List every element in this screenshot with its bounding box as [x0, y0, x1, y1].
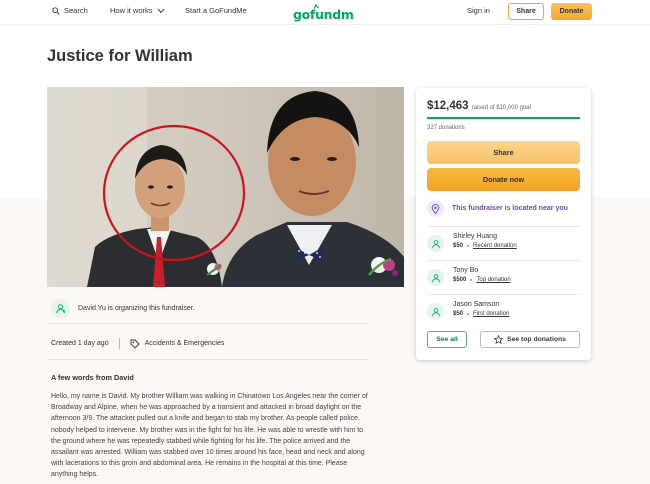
location-pin-icon: [427, 200, 444, 217]
donor-tag-link[interactable]: First donation: [473, 311, 509, 317]
organizer-avatar: [51, 299, 70, 318]
chevron-down-icon: [157, 8, 164, 13]
search-link[interactable]: Search: [52, 6, 88, 15]
donate-button-top[interactable]: Donate: [551, 3, 592, 20]
see-top-donations-label: See top donations: [507, 336, 566, 343]
donor-amount: $500: [453, 277, 467, 283]
divider: [47, 359, 369, 360]
donor-name: Shirley Huang: [453, 233, 497, 240]
progress-bar: [427, 117, 580, 119]
organizer-text: David Yu is organizing this fundraiser.: [78, 305, 195, 312]
donor-tag-link[interactable]: Top donation: [476, 277, 510, 283]
donor-amount: $50: [453, 311, 464, 317]
share-button[interactable]: Share: [427, 141, 580, 164]
divider: [427, 294, 580, 295]
donor-name: Tony Bo: [453, 267, 479, 274]
meta-row: Created 1 day ago Accidents & Emergencie…: [51, 338, 224, 349]
divider: [427, 260, 580, 261]
start-gofundme-link[interactable]: Start a GoFundMe: [185, 6, 247, 15]
gofundme-logo[interactable]: gofundme: [293, 4, 353, 22]
donor-icon: [427, 303, 444, 320]
tag-icon: [130, 339, 140, 349]
logo-mark-icon: gofundme: [293, 4, 353, 22]
user-icon: [56, 304, 65, 314]
star-icon: [494, 335, 504, 344]
organizer-row: David Yu is organizing this fundraiser.: [51, 299, 195, 318]
search-label: Search: [64, 6, 88, 15]
goal-text: raised of $10,000 goal: [471, 105, 531, 111]
created-text: Created 1 day ago: [51, 340, 109, 347]
share-button-top[interactable]: Share: [508, 3, 544, 20]
logo-text: gofundme: [293, 7, 353, 22]
divider: [47, 323, 369, 324]
campaign-photo: [47, 87, 404, 287]
share-button-top-label: Share: [516, 8, 536, 15]
donor-item: Jason Samson $50 First donation: [427, 301, 509, 320]
story-heading: A few words from David: [51, 373, 134, 382]
top-nav: Search How it works Start a GoFundMe gof…: [0, 0, 650, 24]
near-you-text: This fundraiser is located near you: [452, 205, 568, 212]
donation-card: $12,463 raised of $10,000 goal 327 donat…: [416, 88, 591, 360]
signin-label: Sign in: [467, 6, 490, 15]
how-it-works-menu[interactable]: How it works: [110, 6, 165, 15]
search-icon: [52, 6, 60, 15]
donor-icon: [427, 235, 444, 252]
share-button-label: Share: [493, 148, 514, 157]
nav-divider: [0, 24, 650, 25]
page-title: Justice for William: [47, 47, 193, 65]
donor-name: Jason Samson: [453, 301, 500, 308]
donor-icon: [427, 269, 444, 286]
donations-count: 327 donations: [427, 125, 465, 131]
donor-amount: $50: [453, 243, 464, 249]
story-text: Hello, my name is David. My brother Will…: [51, 393, 368, 479]
how-it-works-label: How it works: [110, 6, 153, 15]
donate-now-button[interactable]: Donate now: [427, 168, 580, 191]
progress-fill: [427, 117, 580, 119]
category-label: Accidents & Emergencies: [144, 340, 225, 347]
category-link[interactable]: Accidents & Emergencies: [130, 339, 225, 349]
raised-amount: $12,463: [427, 100, 469, 112]
see-all-button[interactable]: See all: [427, 331, 467, 348]
amount-row: $12,463 raised of $10,000 goal: [427, 100, 531, 112]
divider: [427, 226, 580, 227]
donate-now-label: Donate now: [482, 175, 525, 184]
near-you-notice: This fundraiser is located near you: [427, 200, 568, 217]
donor-item: Tony Bo $500 Top donation: [427, 267, 511, 286]
start-gofundme-label: Start a GoFundMe: [185, 6, 247, 15]
page: Search How it works Start a GoFundMe gof…: [0, 0, 650, 484]
signin-link[interactable]: Sign in: [467, 6, 490, 15]
donor-item: Shirley Huang $50 Recent donation: [427, 233, 517, 252]
meta-separator: [118, 338, 120, 349]
see-all-label: See all: [436, 336, 458, 343]
see-top-donations-button[interactable]: See top donations: [480, 331, 580, 348]
donor-tag-link[interactable]: Recent donation: [473, 243, 517, 249]
campaign-photo-image: [47, 87, 404, 287]
donate-button-top-label: Donate: [559, 8, 584, 15]
